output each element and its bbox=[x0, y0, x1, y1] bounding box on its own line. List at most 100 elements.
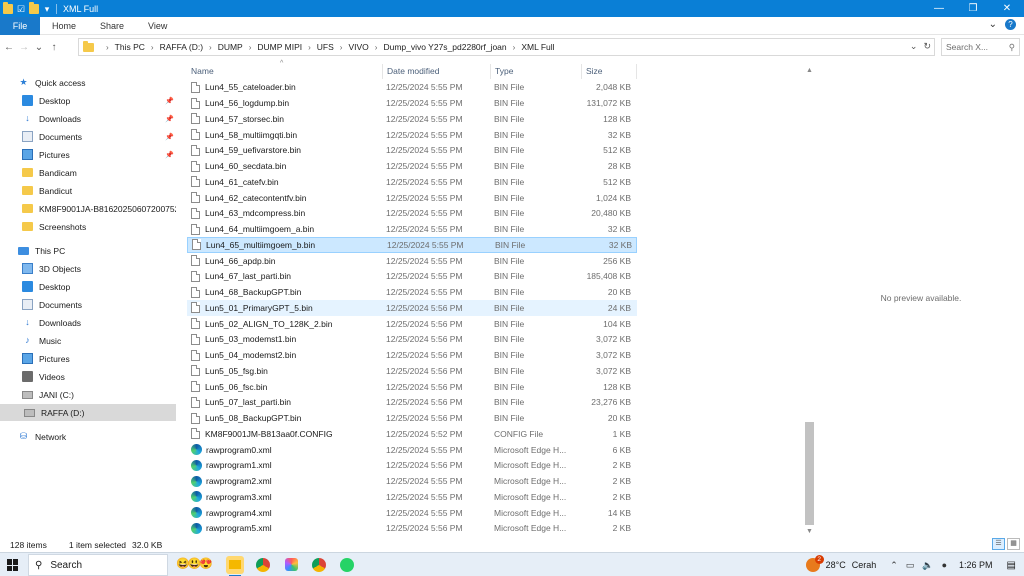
chevron-right-icon[interactable]: › bbox=[249, 43, 252, 52]
file-name-cell[interactable]: Lun5_01_PrimaryGPT_5.bin bbox=[187, 302, 382, 314]
table-row[interactable]: rawprogram4.xml 12/25/2024 5:55 PM Microso… bbox=[187, 505, 637, 521]
chevron-right-icon[interactable]: › bbox=[151, 43, 154, 52]
nav-item-pc-downloads[interactable]: ↓ Downloads bbox=[22, 314, 176, 331]
nav-item-documents[interactable]: Documents 📌 bbox=[22, 128, 176, 145]
table-row[interactable]: Lun4_55_cateloader.bin 12/25/2024 5:55 PM… bbox=[187, 80, 637, 96]
weather-icon[interactable]: 2 bbox=[805, 555, 824, 572]
file-name-cell[interactable]: Lun4_67_last_parti.bin bbox=[187, 270, 382, 282]
file-name-cell[interactable]: Lun5_07_last_parti.bin bbox=[187, 396, 382, 408]
properties-icon[interactable]: ☑ bbox=[16, 4, 26, 14]
recent-locations-icon[interactable]: ⌄ bbox=[33, 42, 45, 53]
help-icon[interactable]: ? bbox=[1005, 19, 1016, 30]
table-row[interactable]: Lun5_03_modemst1.bin 12/25/2024 5:56 PM BI… bbox=[187, 332, 637, 348]
pin-icon[interactable]: 📌 bbox=[165, 151, 174, 159]
breadcrumb-xml-full[interactable]: XML Full bbox=[521, 42, 554, 52]
file-name-cell[interactable]: Lun4_55_cateloader.bin bbox=[187, 81, 382, 93]
nav-item-pc-documents[interactable]: Documents bbox=[22, 296, 176, 313]
table-row[interactable]: KM8F9001JM-B813aa0f.CONFIG 12/25/2024 5:5… bbox=[187, 426, 637, 442]
table-row[interactable]: rawprogram3.xml 12/25/2024 5:55 PM Microso… bbox=[187, 489, 637, 505]
file-name-cell[interactable]: rawprogram0.xml bbox=[187, 444, 382, 456]
file-name-cell[interactable]: rawprogram3.xml bbox=[187, 491, 382, 503]
file-name-cell[interactable]: Lun4_66_apdp.bin bbox=[187, 255, 382, 267]
table-row[interactable]: rawprogram1.xml 12/25/2024 5:56 PM Microso… bbox=[187, 458, 637, 474]
search-input[interactable]: Search X... ⚲ bbox=[941, 38, 1020, 56]
table-row[interactable]: Lun4_59_uefivarstore.bin 12/25/2024 5:55 … bbox=[187, 143, 637, 159]
nav-item-km8f9001ja[interactable]: KM8F9001JA-B81620250607200752 bbox=[22, 200, 176, 217]
file-name-cell[interactable]: Lun5_08_BackupGPT.bin bbox=[187, 412, 382, 424]
file-name-cell[interactable]: Lun4_63_mdcompress.bin bbox=[187, 207, 382, 219]
table-row[interactable]: Lun4_68_BackupGPT.bin 12/25/2024 5:55 PM B… bbox=[187, 284, 637, 300]
chevron-right-icon[interactable]: › bbox=[106, 43, 109, 52]
show-hidden-icons-icon[interactable]: ⌃ bbox=[890, 560, 898, 571]
nav-item-music[interactable]: ♪ Music bbox=[22, 332, 176, 349]
notifications-icon[interactable]: ▤ bbox=[1007, 560, 1016, 571]
nav-item-downloads[interactable]: ↓ Downloads 📌 bbox=[22, 110, 176, 127]
nav-item-raffa-d[interactable]: RAFFA (D:) bbox=[0, 404, 176, 421]
whatsapp-icon[interactable] bbox=[338, 556, 356, 574]
table-row[interactable]: Lun4_67_last_parti.bin 12/25/2024 5:55 PM… bbox=[187, 269, 637, 285]
file-name-cell[interactable]: Lun5_03_modemst1.bin bbox=[187, 333, 382, 345]
chevron-right-icon[interactable]: › bbox=[513, 43, 516, 52]
table-row[interactable]: Lun4_65_multiimgoem_b.bin 12/25/2024 5:55… bbox=[187, 237, 637, 253]
chevron-right-icon[interactable]: › bbox=[375, 43, 378, 52]
tab-view[interactable]: View bbox=[136, 21, 179, 31]
minimize-button[interactable]: — bbox=[922, 0, 956, 17]
table-row[interactable]: Lun4_57_storsec.bin 12/25/2024 5:55 PM BIN… bbox=[187, 111, 637, 127]
file-name-cell[interactable]: rawprogram5.xml bbox=[187, 522, 382, 534]
pin-icon[interactable]: 📌 bbox=[165, 115, 174, 123]
chevron-right-icon[interactable]: › bbox=[340, 43, 343, 52]
file-name-cell[interactable]: Lun4_61_catefv.bin bbox=[187, 176, 382, 188]
tab-share[interactable]: Share bbox=[88, 21, 136, 31]
volume-icon[interactable]: 🔈 bbox=[922, 560, 933, 571]
breadcrumb-dump[interactable]: DUMP bbox=[218, 42, 243, 52]
table-row[interactable]: Lun5_08_BackupGPT.bin 12/25/2024 5:56 PM B… bbox=[187, 410, 637, 426]
file-name-cell[interactable]: Lun4_59_uefivarstore.bin bbox=[187, 144, 382, 156]
nav-item-screenshots[interactable]: Screenshots bbox=[22, 218, 176, 235]
file-name-cell[interactable]: Lun4_58_multiimgqti.bin bbox=[187, 129, 382, 141]
photos-icon[interactable] bbox=[282, 556, 300, 574]
back-icon[interactable]: ← bbox=[3, 42, 15, 53]
customize-toolbar-icon[interactable]: ▾ bbox=[42, 4, 52, 14]
clock[interactable]: 1:26 PM bbox=[959, 560, 993, 570]
table-row[interactable]: Lun4_63_mdcompress.bin 12/25/2024 5:55 PM… bbox=[187, 206, 637, 222]
details-view-icon[interactable]: ☰ bbox=[992, 538, 1005, 550]
scroll-thumb[interactable] bbox=[805, 422, 814, 525]
file-name-cell[interactable]: Lun4_64_multiimgoem_a.bin bbox=[187, 223, 382, 235]
search-icon[interactable]: ⚲ bbox=[1009, 42, 1015, 53]
file-name-cell[interactable]: Lun4_68_BackupGPT.bin bbox=[187, 286, 382, 298]
column-type[interactable]: Type bbox=[491, 64, 582, 79]
file-name-cell[interactable]: rawprogram1.xml bbox=[187, 459, 382, 471]
scroll-up-icon[interactable]: ▲ bbox=[803, 64, 816, 77]
pin-icon[interactable]: 📌 bbox=[165, 97, 174, 105]
table-row[interactable]: Lun5_01_PrimaryGPT_5.bin 12/25/2024 5:56 … bbox=[187, 300, 637, 316]
table-row[interactable]: rawprogram5.xml 12/25/2024 5:56 PM Microso… bbox=[187, 521, 637, 537]
forward-icon[interactable]: → bbox=[18, 42, 30, 53]
breadcrumb-ufs[interactable]: UFS bbox=[317, 42, 334, 52]
nav-item-pc-pictures[interactable]: Pictures bbox=[22, 350, 176, 367]
nav-item-videos[interactable]: Videos bbox=[22, 368, 176, 385]
breadcrumb-this-pc[interactable]: This PC bbox=[115, 42, 145, 52]
nav-item-jani-c[interactable]: JANI (C:) bbox=[22, 386, 176, 403]
nav-item-pc-desktop[interactable]: Desktop bbox=[22, 278, 176, 295]
file-name-cell[interactable]: rawprogram2.xml bbox=[187, 475, 382, 487]
close-button[interactable]: ✕ bbox=[990, 0, 1024, 17]
new-folder-icon[interactable] bbox=[29, 1, 39, 14]
scroll-down-icon[interactable]: ▼ bbox=[803, 525, 816, 538]
column-date-modified[interactable]: Date modified bbox=[383, 64, 491, 79]
file-name-cell[interactable]: Lun5_05_fsg.bin bbox=[187, 365, 382, 377]
nav-item-3d-objects[interactable]: 3D Objects bbox=[22, 260, 176, 277]
large-icons-view-icon[interactable]: ▦ bbox=[1007, 538, 1020, 550]
file-name-cell[interactable]: KM8F9001JM-B813aa0f.CONFIG bbox=[187, 428, 382, 440]
nav-quick-access[interactable]: ★ Quick access bbox=[18, 74, 194, 91]
table-row[interactable]: Lun4_61_catefv.bin 12/25/2024 5:55 PM BIN … bbox=[187, 174, 637, 190]
table-row[interactable]: Lun4_56_logdump.bin 12/25/2024 5:55 PM BIN… bbox=[187, 95, 637, 111]
tab-file[interactable]: File bbox=[0, 16, 40, 35]
refresh-icon[interactable]: ↻ bbox=[923, 41, 931, 52]
weather-condition[interactable]: Cerah bbox=[852, 560, 877, 570]
table-row[interactable]: Lun4_60_secdata.bin 12/25/2024 5:55 PM BIN… bbox=[187, 158, 637, 174]
file-name-cell[interactable]: Lun4_57_storsec.bin bbox=[187, 113, 382, 125]
app-tray-icon[interactable]: ● bbox=[942, 560, 947, 570]
table-row[interactable]: Lun5_04_modemst2.bin 12/25/2024 5:56 PM BI… bbox=[187, 347, 637, 363]
file-name-cell[interactable]: Lun4_65_multiimgoem_b.bin bbox=[188, 239, 383, 251]
chevron-right-icon[interactable]: › bbox=[308, 43, 311, 52]
